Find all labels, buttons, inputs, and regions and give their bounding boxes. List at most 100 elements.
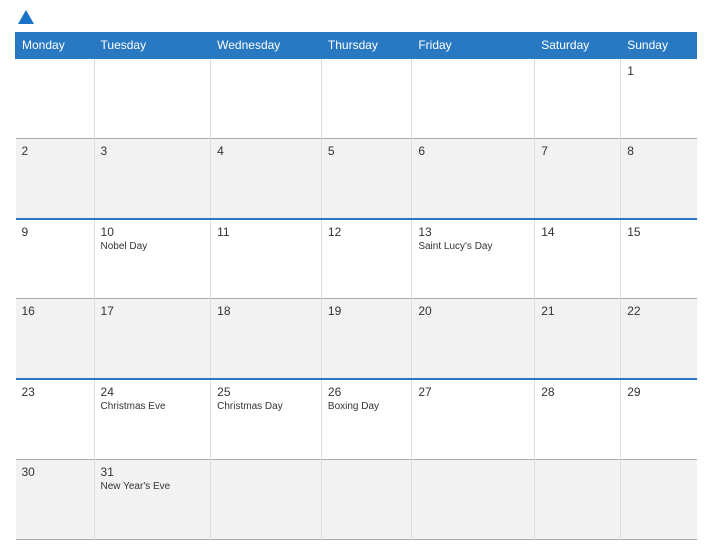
calendar-cell: 30	[16, 459, 95, 539]
calendar-cell: 13 Saint Lucy's Day	[412, 219, 535, 299]
calendar-cell: 16	[16, 299, 95, 379]
day-number: 23	[22, 385, 88, 399]
calendar-cell: 25 Christmas Day	[211, 379, 322, 459]
event-label: Boxing Day	[328, 401, 405, 412]
day-number: 4	[217, 144, 315, 158]
cell-content: 9	[22, 225, 88, 239]
cell-content: 8	[627, 144, 690, 158]
calendar-cell: 24Christmas Eve	[94, 379, 211, 459]
calendar-cell: 28	[535, 379, 621, 459]
day-number: 6	[418, 144, 528, 158]
column-header-friday: Friday	[412, 33, 535, 59]
calendar-cell	[412, 58, 535, 138]
day-number: 3	[101, 144, 205, 158]
calendar-cell: 5	[321, 138, 411, 218]
calendar-week-row: 1	[16, 58, 697, 138]
calendar-cell: 8	[621, 138, 697, 218]
calendar-cell: 2	[16, 138, 95, 218]
cell-content: 3	[101, 144, 205, 158]
cell-content: 20	[418, 304, 528, 318]
calendar-cell	[16, 58, 95, 138]
event-label: Saint Lucy's Day	[418, 241, 528, 252]
event-label: New Year's Eve	[101, 481, 205, 492]
day-number: 30	[22, 465, 88, 479]
calendar-cell: 29	[621, 379, 697, 459]
calendar-week-row: 30 31New Year's Eve	[16, 459, 697, 539]
calendar-header-row: MondayTuesdayWednesdayThursdayFridaySatu…	[16, 33, 697, 59]
day-number: 26	[328, 385, 405, 399]
calendar-page: MondayTuesdayWednesdayThursdayFridaySatu…	[0, 0, 712, 550]
calendar-cell	[321, 459, 411, 539]
cell-content: 5	[328, 144, 405, 158]
day-number: 2	[22, 144, 88, 158]
calendar-cell: 12	[321, 219, 411, 299]
calendar-cell: 23	[16, 379, 95, 459]
cell-content: 30	[22, 465, 88, 479]
cell-content: 28	[541, 385, 614, 399]
day-number: 5	[328, 144, 405, 158]
cell-content: 25 Christmas Day	[217, 385, 315, 412]
day-number: 20	[418, 304, 528, 318]
day-number: 28	[541, 385, 614, 399]
day-number: 8	[627, 144, 690, 158]
day-number: 16	[22, 304, 88, 318]
cell-content: 31New Year's Eve	[101, 465, 205, 492]
column-header-saturday: Saturday	[535, 33, 621, 59]
calendar-cell: 19	[321, 299, 411, 379]
column-header-thursday: Thursday	[321, 33, 411, 59]
cell-content: 4	[217, 144, 315, 158]
day-number: 17	[101, 304, 205, 318]
calendar-cell: 27	[412, 379, 535, 459]
cell-content: 2	[22, 144, 88, 158]
calendar-cell	[321, 58, 411, 138]
day-number: 12	[328, 225, 405, 239]
calendar-cell: 18	[211, 299, 322, 379]
calendar-cell: 3	[94, 138, 211, 218]
day-number: 13	[418, 225, 528, 239]
day-number: 25	[217, 385, 315, 399]
day-number: 24	[101, 385, 205, 399]
calendar-week-row: 23 24Christmas Eve 25 Christmas Day 26 Boxing…	[16, 379, 697, 459]
calendar-cell	[535, 459, 621, 539]
column-header-monday: Monday	[16, 33, 95, 59]
calendar-cell	[94, 58, 211, 138]
calendar-table: MondayTuesdayWednesdayThursdayFridaySatu…	[15, 32, 697, 540]
column-header-sunday: Sunday	[621, 33, 697, 59]
calendar-cell: 20	[412, 299, 535, 379]
cell-content: 10 Nobel Day	[101, 225, 205, 252]
column-header-tuesday: Tuesday	[94, 33, 211, 59]
cell-content: 12	[328, 225, 405, 239]
day-number: 15	[627, 225, 690, 239]
cell-content: 1	[627, 64, 690, 78]
calendar-cell: 22	[621, 299, 697, 379]
calendar-cell: 26 Boxing Day	[321, 379, 411, 459]
cell-content: 23	[22, 385, 88, 399]
calendar-cell: 4	[211, 138, 322, 218]
cell-content: 13 Saint Lucy's Day	[418, 225, 528, 252]
cell-content: 11	[217, 225, 315, 239]
event-label: Christmas Day	[217, 401, 315, 412]
calendar-week-row: 9 10 Nobel Day 11 12 13 Saint Lucy's Day 14 15	[16, 219, 697, 299]
calendar-cell: 6	[412, 138, 535, 218]
day-number: 19	[328, 304, 405, 318]
day-number: 21	[541, 304, 614, 318]
cell-content: 14	[541, 225, 614, 239]
column-header-wednesday: Wednesday	[211, 33, 322, 59]
calendar-body: 12345678910Nobel Day111213Saint Lucy's D…	[16, 58, 697, 540]
cell-content: 27	[418, 385, 528, 399]
cell-content: 7	[541, 144, 614, 158]
cell-content: 19	[328, 304, 405, 318]
day-number: 14	[541, 225, 614, 239]
calendar-week-row: 2345678	[16, 138, 697, 218]
cell-content: 26 Boxing Day	[328, 385, 405, 412]
day-number: 10	[101, 225, 205, 239]
cell-content: 6	[418, 144, 528, 158]
calendar-cell: 15	[621, 219, 697, 299]
calendar-cell	[535, 58, 621, 138]
calendar-cell: 11	[211, 219, 322, 299]
header	[15, 10, 697, 24]
calendar-cell	[211, 459, 322, 539]
calendar-cell: 1	[621, 58, 697, 138]
calendar-cell: 31New Year's Eve	[94, 459, 211, 539]
event-label: Nobel Day	[101, 241, 205, 252]
